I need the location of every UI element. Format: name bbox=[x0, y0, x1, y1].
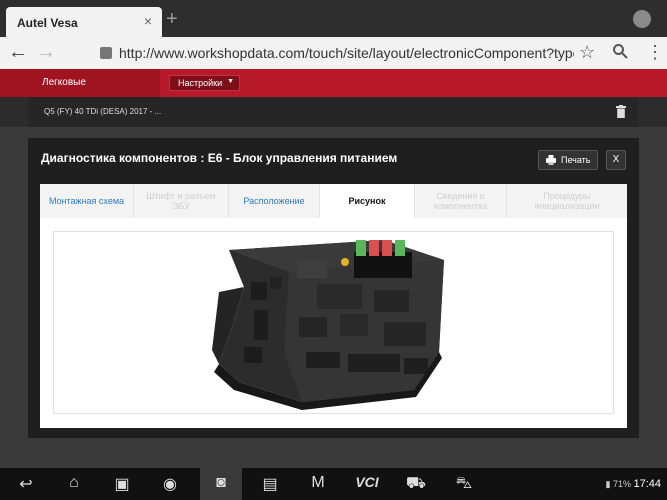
site-info-icon[interactable] bbox=[100, 47, 112, 59]
clock: 17:44 bbox=[633, 478, 661, 490]
screenshot-icon[interactable]: ▤ bbox=[258, 474, 282, 494]
screen: Autel Vesa × + ← → http://www.workshopda… bbox=[0, 0, 667, 500]
status-area: ▮ 71% 17:44 bbox=[605, 478, 661, 490]
tab-component-info: Сведения о компонентах bbox=[415, 184, 507, 218]
print-icon bbox=[546, 155, 556, 165]
dialog-title: Диагностика компонентов : E6 - Блок упра… bbox=[41, 151, 398, 165]
tab-close-icon[interactable]: × bbox=[144, 13, 152, 29]
app-header: Легковые Настройки ▼ bbox=[0, 69, 667, 97]
recents-icon[interactable]: ▣ bbox=[110, 474, 134, 494]
browser-tab-strip: Autel Vesa × + bbox=[0, 0, 667, 37]
tab-location[interactable]: Расположение bbox=[229, 184, 320, 218]
browser-overflow-icon[interactable] bbox=[633, 10, 651, 28]
category-label: Легковые bbox=[42, 77, 86, 88]
menu-kebab-icon[interactable]: ⋮ bbox=[646, 42, 664, 63]
component-dialog: Диагностика компонентов : E6 - Блок упра… bbox=[28, 138, 639, 438]
close-button[interactable]: X bbox=[606, 150, 626, 170]
tab-init-procedures: Процедуры инициализации bbox=[507, 184, 627, 218]
chrome-icon[interactable]: ◉ bbox=[158, 474, 182, 494]
car-icon[interactable]: ⛟ bbox=[404, 474, 428, 494]
battery-icon: ▮ bbox=[605, 479, 611, 489]
tab-pin-connector: Штифт и разъем ЭБУ bbox=[134, 184, 229, 218]
category-section[interactable]: Легковые bbox=[0, 69, 160, 97]
home-icon[interactable]: ⌂ bbox=[62, 474, 86, 494]
tab-picture[interactable]: Рисунок bbox=[320, 184, 415, 218]
power-control-unit-image bbox=[212, 240, 444, 410]
new-tab-icon[interactable]: + bbox=[166, 8, 178, 31]
url-field[interactable]: http://www.workshopdata.com/touch/site/l… bbox=[119, 45, 574, 61]
back-arrow-icon[interactable]: ← bbox=[8, 41, 28, 64]
caret-down-icon: ▼ bbox=[227, 78, 234, 85]
settings-label: Настройки bbox=[178, 78, 223, 88]
address-bar: ← → http://www.workshopdata.com/touch/si… bbox=[0, 37, 667, 69]
browser-tab-title: Autel Vesa bbox=[17, 16, 78, 30]
back-icon[interactable]: ↩ bbox=[14, 474, 38, 494]
vci-icon[interactable]: VCI bbox=[352, 474, 382, 494]
car-check-icon[interactable]: ⛍ bbox=[452, 474, 476, 494]
bookmark-star-icon[interactable]: ☆ bbox=[579, 42, 595, 63]
camera-icon: ◙ bbox=[216, 474, 226, 491]
search-icon[interactable] bbox=[612, 43, 628, 59]
trash-icon[interactable] bbox=[616, 105, 626, 118]
component-tabs: Монтажная схема Штифт и разъем ЭБУ Распо… bbox=[40, 184, 627, 218]
camera-button[interactable]: ◙ bbox=[200, 468, 242, 500]
maxisys-icon[interactable]: M bbox=[306, 474, 330, 494]
battery-level: 71% bbox=[612, 479, 631, 489]
browser-tab[interactable]: Autel Vesa × bbox=[6, 7, 162, 37]
settings-dropdown[interactable]: Настройки ▼ bbox=[169, 75, 240, 91]
dialog-content: Монтажная схема Штифт и разъем ЭБУ Распо… bbox=[40, 184, 627, 428]
system-nav-bar: ↩ ⌂ ▣ ◉ ◙ ▤ M VCI ⛟ ⛍ ▮ 71% 17:44 bbox=[0, 468, 667, 500]
print-button[interactable]: Печать bbox=[538, 150, 598, 170]
component-image-frame bbox=[53, 231, 614, 414]
print-label: Печать bbox=[561, 155, 591, 165]
forward-arrow-icon[interactable]: → bbox=[36, 41, 56, 64]
vehicle-bar: Q5 (FY) 40 TDi (DESA) 2017 - ... bbox=[0, 97, 667, 127]
vehicle-label[interactable]: Q5 (FY) 40 TDi (DESA) 2017 - ... bbox=[44, 107, 161, 116]
tab-wiring-diagram[interactable]: Монтажная схема bbox=[40, 184, 134, 218]
